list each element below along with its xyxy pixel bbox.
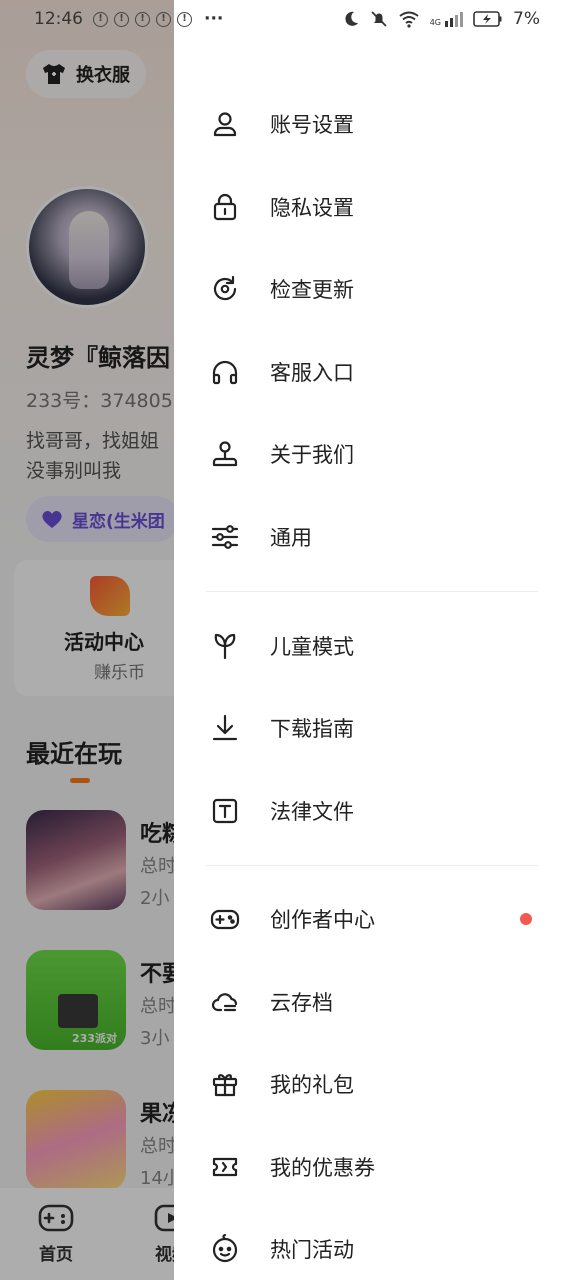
menu-label: 账号设置 — [270, 113, 354, 137]
lock-icon — [213, 193, 237, 221]
menu-item-legal-documents[interactable]: 法律文件 — [174, 770, 570, 852]
menu-label: 客服入口 — [270, 361, 354, 385]
menu-divider — [206, 865, 538, 866]
menu-label: 关于我们 — [270, 443, 354, 467]
menu-label: 云存档 — [270, 991, 333, 1015]
menu-item-creator-center[interactable]: 创作者中心 — [174, 878, 570, 960]
gift-icon — [212, 1074, 238, 1097]
ticket-icon — [212, 1157, 238, 1177]
menu-item-download-guide[interactable]: 下载指南 — [174, 687, 570, 769]
menu-item-my-gift-pack[interactable]: 我的礼包 — [174, 1043, 570, 1125]
sprout-icon — [214, 633, 236, 660]
menu-divider — [206, 591, 538, 592]
menu-label: 创作者中心 — [270, 908, 375, 932]
menu-label: 通用 — [270, 526, 312, 550]
menu-item-kids-mode[interactable]: 儿童模式 — [174, 605, 570, 687]
refresh-icon — [213, 275, 237, 301]
menu-label: 检查更新 — [270, 278, 354, 302]
menu-label: 儿童模式 — [270, 635, 354, 659]
user-icon — [213, 112, 237, 137]
menu-label: 我的优惠券 — [270, 1156, 375, 1180]
menu-item-general[interactable]: 通用 — [174, 496, 570, 578]
wifi-icon — [399, 11, 419, 28]
menu-label: 我的礼包 — [270, 1073, 354, 1097]
notification-badge — [520, 913, 532, 925]
document-t-icon — [212, 798, 238, 824]
battery-percent: 7% — [513, 9, 540, 29]
sliders-icon — [211, 525, 239, 549]
notification-icon: ! — [93, 11, 108, 27]
headphones-icon — [212, 360, 238, 385]
menu-label: 隐私设置 — [270, 196, 354, 220]
joystick-icon — [212, 441, 238, 467]
battery-charging-icon — [473, 11, 502, 27]
gamepad-icon — [210, 909, 240, 930]
menu-item-account-settings[interactable]: 账号设置 — [174, 83, 570, 165]
menu-item-privacy-settings[interactable]: 隐私设置 — [174, 166, 570, 248]
network-type-label: 4G — [429, 17, 442, 27]
notification-icon: ! — [114, 11, 129, 27]
menu-label: 法律文件 — [270, 800, 354, 824]
menu-item-customer-service[interactable]: 客服入口 — [174, 331, 570, 413]
notification-icon: ! — [177, 11, 192, 27]
menu-item-my-coupons[interactable]: 我的优惠券 — [174, 1126, 570, 1208]
menu-label: 热门活动 — [270, 1238, 354, 1262]
cloud-icon — [211, 993, 238, 1012]
notification-icon: ! — [135, 11, 150, 27]
more-notifications-icon: ··· — [204, 9, 224, 29]
notification-icon: ! — [156, 11, 171, 27]
menu-item-about-us[interactable]: 关于我们 — [174, 413, 570, 495]
menu-item-cloud-save[interactable]: 云存档 — [174, 961, 570, 1043]
smile-icon — [212, 1234, 238, 1263]
moon-icon — [345, 11, 358, 26]
settings-drawer: 账号设置 隐私设置 检查更新 客服入口 关于我们 通用 儿童模式 下载指南 法律… — [174, 0, 570, 1280]
menu-item-check-update[interactable]: 检查更新 — [174, 248, 570, 330]
bell-muted-icon — [371, 11, 387, 27]
menu-item-hot-events[interactable]: 热门活动 — [174, 1208, 570, 1280]
menu-label: 下载指南 — [270, 717, 354, 741]
cellular-signal-icon: 4G — [429, 11, 464, 27]
download-icon — [212, 714, 238, 741]
status-time: 12:46 — [34, 9, 83, 29]
status-bar: 12:46 ! ! ! ! ! ··· 4G 7% — [0, 0, 570, 38]
